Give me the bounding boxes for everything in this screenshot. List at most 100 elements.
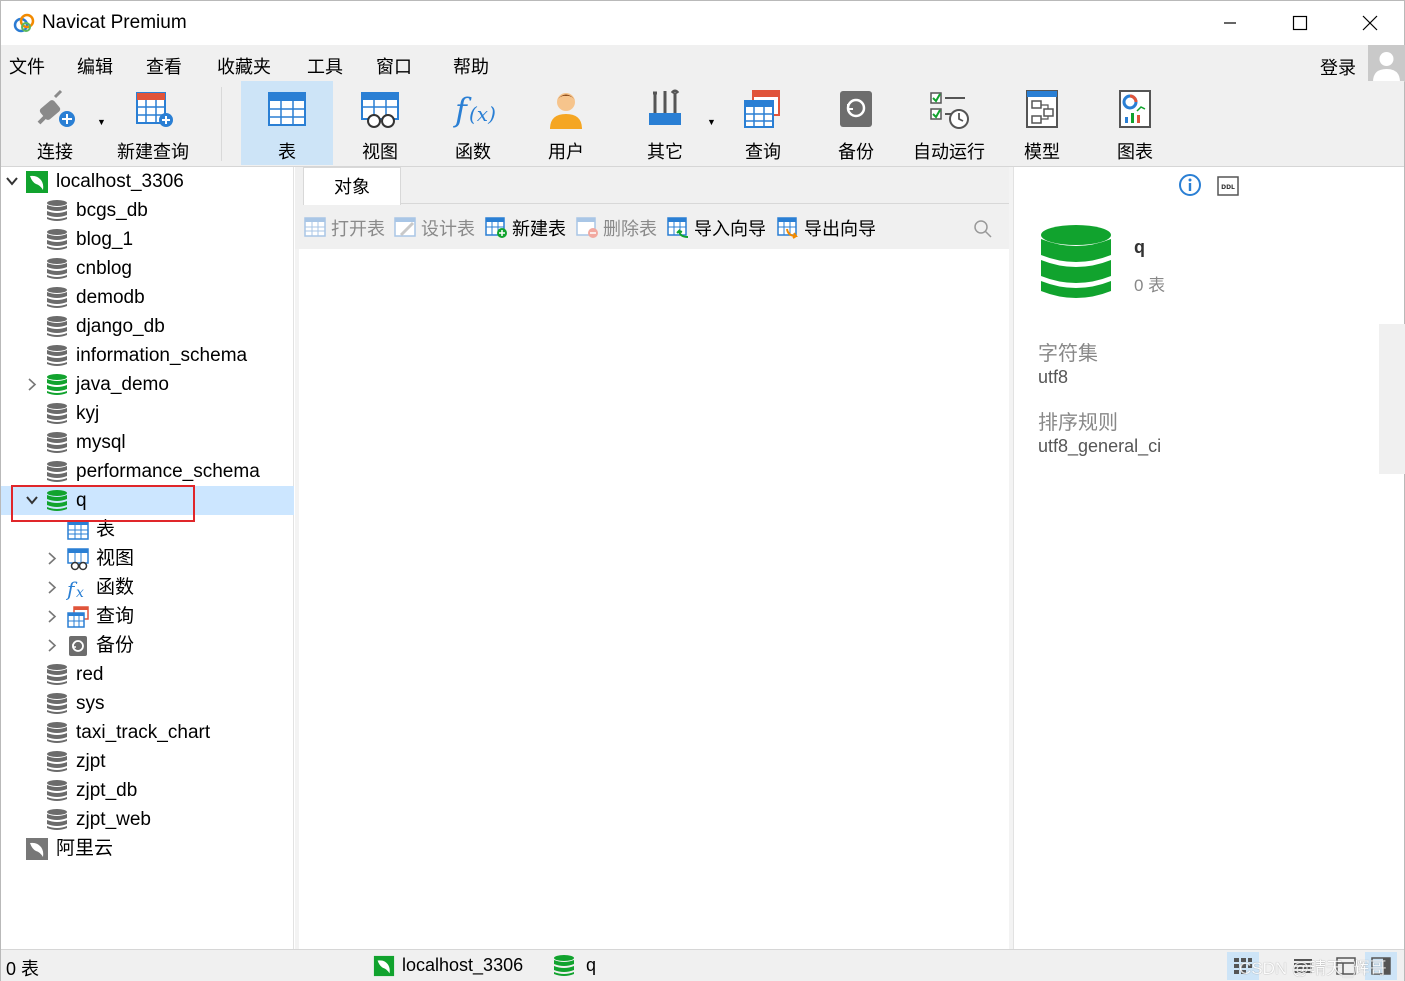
menu-view[interactable]: 查看 xyxy=(146,53,182,79)
tool-table[interactable]: 表 xyxy=(241,81,333,165)
menu-help[interactable]: 帮助 xyxy=(453,53,489,79)
status-connection: localhost_3306 xyxy=(402,955,524,975)
tree-folder-backup[interactable]: 备份 xyxy=(1,631,294,660)
tree-database-cnblog[interactable]: cnblog xyxy=(1,254,294,283)
view-icon xyxy=(67,548,89,571)
ddl-icon[interactable]: DDL xyxy=(1216,175,1240,197)
other-dropdown-icon[interactable]: ▼ xyxy=(707,117,716,127)
connection-dropdown-icon[interactable]: ▼ xyxy=(97,117,106,127)
tree-database-mysql[interactable]: mysql xyxy=(1,428,294,457)
tree-database-demodb[interactable]: demodb xyxy=(1,283,294,312)
tree-database-zjpt-web[interactable]: zjpt_web xyxy=(1,805,294,834)
tree-folder-query[interactable]: 查询 xyxy=(1,602,294,631)
tree-folder-view[interactable]: 视图 xyxy=(1,544,294,573)
tree-database-information-schema[interactable]: information_schema xyxy=(1,341,294,370)
tool-chart[interactable]: 图表 xyxy=(1089,81,1181,165)
tree-label: demodb xyxy=(76,287,145,308)
view-icon xyxy=(361,92,399,128)
chevron-right-icon[interactable] xyxy=(45,544,59,573)
tool-backup[interactable]: 备份 xyxy=(810,81,902,165)
menu-favorites[interactable]: 收藏夹 xyxy=(217,53,271,79)
menu-edit[interactable]: 编辑 xyxy=(77,53,113,79)
tree-connection-aliyun[interactable]: 阿里云 xyxy=(1,834,294,863)
database-icon xyxy=(47,722,67,743)
search-icon[interactable] xyxy=(973,219,993,239)
tab-divider xyxy=(401,203,1009,204)
menu-window[interactable]: 窗口 xyxy=(376,53,412,79)
tool-automation[interactable]: 自动运行 xyxy=(903,81,995,165)
function-icon: fx xyxy=(66,577,84,600)
collation-value: utf8_general_ci xyxy=(1038,436,1162,456)
minimize-button[interactable] xyxy=(1195,1,1265,45)
import-icon xyxy=(667,217,689,238)
tree-database-zjpt[interactable]: zjpt xyxy=(1,747,294,776)
database-icon xyxy=(554,955,574,976)
tree-database-bcgs-db[interactable]: bcgs_db xyxy=(1,196,294,225)
maximize-button[interactable] xyxy=(1265,1,1335,45)
minimize-icon xyxy=(1224,22,1236,24)
login-link[interactable]: 登录 xyxy=(1320,54,1356,80)
tree-database-taxi-track-chart[interactable]: taxi_track_chart xyxy=(1,718,294,747)
tree-label: sys xyxy=(76,693,105,714)
menu-file[interactable]: 文件 xyxy=(9,53,45,79)
tree-label: 阿里云 xyxy=(56,838,114,859)
tool-user[interactable]: 用户 xyxy=(520,81,612,165)
avatar[interactable] xyxy=(1368,45,1405,82)
database-icon xyxy=(47,258,67,279)
object-list-area[interactable] xyxy=(299,249,1009,949)
tree-database-red[interactable]: red xyxy=(1,660,294,689)
charset-label: 字符集 xyxy=(1038,343,1098,365)
tool-model[interactable]: 模型 xyxy=(996,81,1088,165)
database-icon xyxy=(47,751,67,772)
info-icon[interactable] xyxy=(1178,173,1202,197)
tool-label: 连接 xyxy=(37,142,73,162)
tool-function[interactable]: f (x) 函数 xyxy=(427,81,519,165)
tree-database-django-db[interactable]: django_db xyxy=(1,312,294,341)
tool-view[interactable]: 视图 xyxy=(334,81,426,165)
chevron-right-icon[interactable] xyxy=(25,370,39,399)
menu-bar: 文件 编辑 查看 收藏夹 工具 窗口 帮助 登录 xyxy=(1,45,1405,82)
chevron-down-icon[interactable] xyxy=(5,167,19,196)
close-button[interactable] xyxy=(1335,1,1405,45)
query-icon xyxy=(67,606,89,628)
query-icon xyxy=(744,90,780,128)
menu-tools[interactable]: 工具 xyxy=(307,53,343,79)
tool-label: 查询 xyxy=(745,142,781,162)
tree-label: information_schema xyxy=(76,345,248,366)
tool-connection[interactable]: 连接 xyxy=(9,81,101,165)
tool-label: 其它 xyxy=(647,142,683,162)
tree-database-performance-schema[interactable]: performance_schema xyxy=(1,457,294,486)
tool-query[interactable]: 查询 xyxy=(717,81,809,165)
user-avatar-icon xyxy=(1373,52,1400,82)
tool-new-query[interactable]: 新建查询 xyxy=(107,81,199,165)
connection-tree[interactable]: localhost_3306 bcgs_db blog_1 cnblog demodb… xyxy=(1,167,294,949)
tree-label: zjpt_db xyxy=(76,780,138,801)
table-icon xyxy=(268,92,306,126)
charset-value: utf8 xyxy=(1038,367,1069,387)
tree-label: taxi_track_chart xyxy=(76,722,211,743)
status-bar: 0 表 localhost_3306 q CSDN @晴天_辉哥 xyxy=(1,949,1404,981)
tree-database-blog-1[interactable]: blog_1 xyxy=(1,225,294,254)
tool-other[interactable]: 其它 xyxy=(619,81,711,165)
tree-label: localhost_3306 xyxy=(56,171,184,192)
tree-database-kyj[interactable]: kyj xyxy=(1,399,294,428)
automation-icon xyxy=(930,92,969,129)
tree-database-java-demo[interactable]: java_demo xyxy=(1,370,294,399)
tool-label: 新建查询 xyxy=(117,142,189,162)
mysql-connection-icon xyxy=(373,955,395,977)
chevron-right-icon[interactable] xyxy=(45,631,59,660)
maximize-icon xyxy=(1292,15,1308,31)
tree-connection-localhost[interactable]: localhost_3306 xyxy=(1,167,294,196)
svg-text:DDL: DDL xyxy=(1221,184,1235,191)
tree-database-sys[interactable]: sys xyxy=(1,689,294,718)
database-icon xyxy=(47,780,67,801)
tree-folder-function[interactable]: f x 函数 xyxy=(1,573,294,602)
database-icon xyxy=(47,664,67,685)
info-scrollbar[interactable] xyxy=(1379,324,1405,474)
tab-objects[interactable]: 对象 xyxy=(303,167,401,205)
delete-table-icon xyxy=(576,217,598,238)
chevron-right-icon[interactable] xyxy=(45,573,59,602)
chevron-right-icon[interactable] xyxy=(45,602,59,631)
tree-database-zjpt-db[interactable]: zjpt_db xyxy=(1,776,294,805)
database-icon xyxy=(47,229,67,250)
